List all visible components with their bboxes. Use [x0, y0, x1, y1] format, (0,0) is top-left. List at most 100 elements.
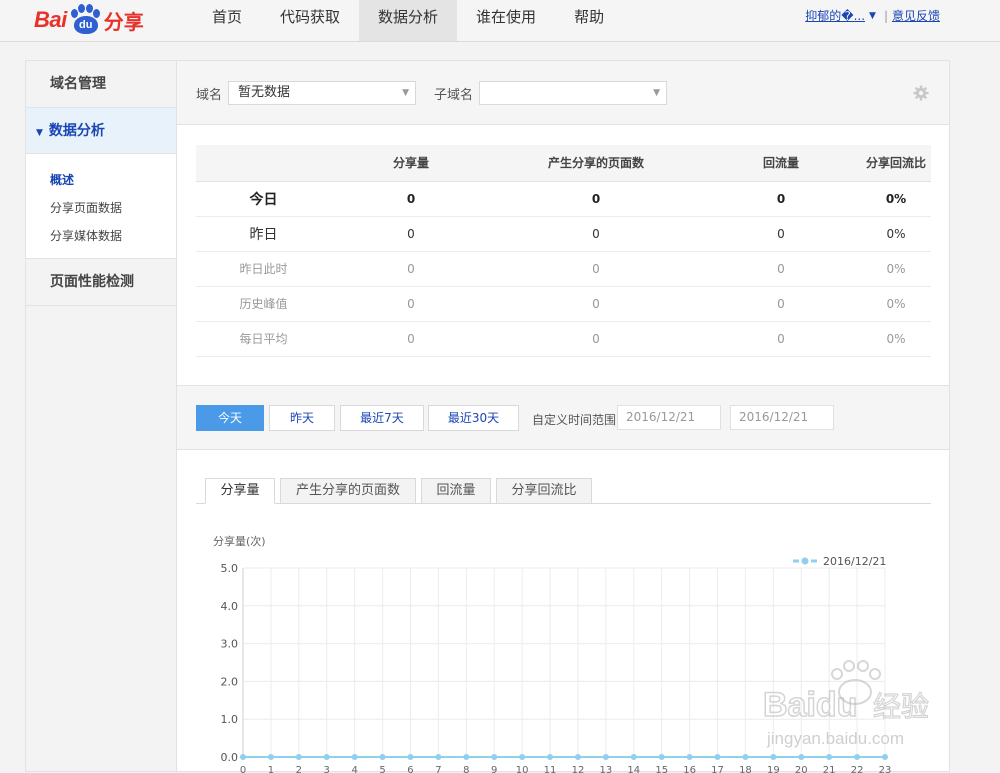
table-cell: 0: [701, 216, 861, 252]
y-tick-label: 5.0: [221, 562, 239, 575]
sidebar-sub-page-data[interactable]: 分享页面数据: [26, 194, 176, 222]
watermark-url: jingyan.baidu.com: [766, 729, 904, 748]
sidebar-item-label: 数据分析: [48, 123, 105, 139]
sidebar-sub-media-data[interactable]: 分享媒体数据: [26, 222, 176, 250]
logo-text-du: du: [73, 16, 98, 34]
table-cell: 0: [491, 286, 701, 322]
table-cell: 0: [701, 321, 861, 357]
date-range-bar: 今天 昨天 最近7天 最近30天 自定义时间范围 2016/12/21 2016…: [177, 385, 949, 450]
data-point: [407, 754, 414, 760]
table-row: 昨日此时 0 0 0 0%: [196, 251, 931, 287]
data-point: [574, 754, 581, 760]
sidebar-item-data-analysis[interactable]: ▼ 数据分析: [26, 108, 176, 154]
nav-get-code[interactable]: 代码获取: [261, 0, 359, 41]
data-point: [463, 754, 470, 760]
table-cell: 0: [491, 251, 701, 287]
data-point: [519, 754, 526, 760]
nav-data-analysis[interactable]: 数据分析: [359, 0, 458, 41]
y-tick-label: 0.0: [221, 751, 239, 764]
table-cell: 0: [331, 216, 491, 252]
table-header: 回流量: [701, 145, 861, 182]
data-point: [714, 754, 721, 760]
range-today-button[interactable]: 今天: [196, 405, 264, 431]
table-cell: 0%: [861, 251, 931, 287]
y-tick-label: 1.0: [221, 713, 239, 726]
table-cell: 0%: [861, 216, 931, 252]
data-point: [547, 754, 554, 760]
domain-select-value: 暂无数据: [238, 85, 291, 100]
table-cell: 0: [491, 321, 701, 357]
tab-backflow-ratio[interactable]: 分享回流比: [496, 478, 592, 504]
data-point: [658, 754, 665, 760]
main-nav: 首页 代码获取 数据分析 谁在使用 帮助: [193, 0, 623, 41]
paw-icon: du: [68, 4, 102, 36]
sidebar-submenu: 概述 分享页面数据 分享媒体数据: [26, 154, 176, 259]
watermark-sub: 经验: [873, 690, 929, 723]
caret-down-icon[interactable]: ▼: [869, 11, 876, 21]
legend-label: 2016/12/21: [823, 555, 886, 568]
data-point: [379, 754, 386, 760]
table-header: [196, 145, 331, 182]
user-links: 抑郁的�... ▼ | 意见反馈: [805, 7, 940, 24]
gear-icon[interactable]: [913, 85, 929, 101]
sidebar-item-domain-mgmt[interactable]: 域名管理: [26, 61, 176, 108]
row-label: 昨日此时: [196, 251, 331, 287]
logo-text-share: 分享: [103, 9, 144, 34]
feedback-link[interactable]: 意见反馈: [892, 7, 940, 24]
y-tick-label: 2.0: [221, 675, 239, 688]
table-row: 每日平均 0 0 0 0%: [196, 321, 931, 357]
data-point: [686, 754, 693, 760]
table-cell: 0: [491, 181, 701, 217]
nav-who-uses[interactable]: 谁在使用: [457, 0, 555, 41]
table-cell: 0: [331, 321, 491, 357]
tab-backflow[interactable]: 回流量: [421, 478, 491, 504]
nav-home[interactable]: 首页: [193, 0, 261, 41]
domain-select[interactable]: 暂无数据 ▼: [228, 81, 416, 105]
start-date-input[interactable]: 2016/12/21: [617, 405, 721, 430]
range-30days-button[interactable]: 最近30天: [428, 405, 519, 431]
table-cell: 0%: [861, 286, 931, 322]
data-point: [491, 754, 498, 760]
range-yesterday-button[interactable]: 昨天: [269, 405, 335, 431]
table-cell: 0: [701, 251, 861, 287]
end-date-input[interactable]: 2016/12/21: [730, 405, 834, 430]
logo-text-bai: Bai: [34, 7, 67, 32]
subdomain-select[interactable]: ▼: [479, 81, 667, 105]
row-label: 每日平均: [196, 321, 331, 357]
range-7days-button[interactable]: 最近7天: [340, 405, 424, 431]
tab-share-pages[interactable]: 产生分享的页面数: [280, 478, 416, 504]
divider: |: [883, 8, 888, 23]
tab-share-count[interactable]: 分享量: [205, 478, 275, 504]
caret-down-icon: ▼: [36, 128, 43, 138]
domain-label: 域名: [196, 88, 223, 103]
nav-help[interactable]: 帮助: [555, 0, 623, 41]
sidebar-sub-overview[interactable]: 概述: [26, 166, 176, 194]
row-label: 历史峰值: [196, 286, 331, 322]
row-label: 昨日: [196, 216, 331, 252]
table-cell: 0%: [861, 181, 931, 217]
table-cell: 0: [331, 181, 491, 217]
subdomain-label: 子域名: [434, 88, 474, 103]
table-header: 分享回流比: [861, 145, 931, 182]
sidebar-item-perf[interactable]: 页面性能检测: [26, 259, 176, 306]
baidu-share-logo[interactable]: Bai du 分享: [34, 3, 144, 37]
dropdown-arrow-icon: ▼: [402, 88, 409, 98]
table-cell: 0: [331, 251, 491, 287]
metric-tabs: 分享量 产生分享的页面数 回流量 分享回流比: [196, 478, 931, 504]
data-point: [323, 754, 330, 760]
table-cell: 0%: [861, 321, 931, 357]
stats-table: 分享量 产生分享的页面数 回流量 分享回流比 今日 0 0 0 0% 昨日 0 …: [196, 145, 931, 357]
legend-swatch-dot: [801, 557, 809, 565]
table-header-row: 分享量 产生分享的页面数 回流量 分享回流比: [196, 145, 931, 182]
custom-range-label: 自定义时间范围: [532, 413, 617, 427]
table-cell: 0: [701, 181, 861, 217]
table-cell: 0: [701, 286, 861, 322]
table-row: 昨日 0 0 0 0%: [196, 216, 931, 252]
y-tick-label: 3.0: [221, 638, 239, 651]
table-header: 分享量: [331, 145, 491, 182]
data-point: [267, 754, 274, 760]
table-cell: 0: [491, 216, 701, 252]
user-name-link[interactable]: 抑郁的�...: [805, 7, 865, 24]
baidu-jingyan-watermark: Baidu 经验 jingyan.baidu.com: [762, 660, 930, 748]
data-point: [602, 754, 609, 760]
